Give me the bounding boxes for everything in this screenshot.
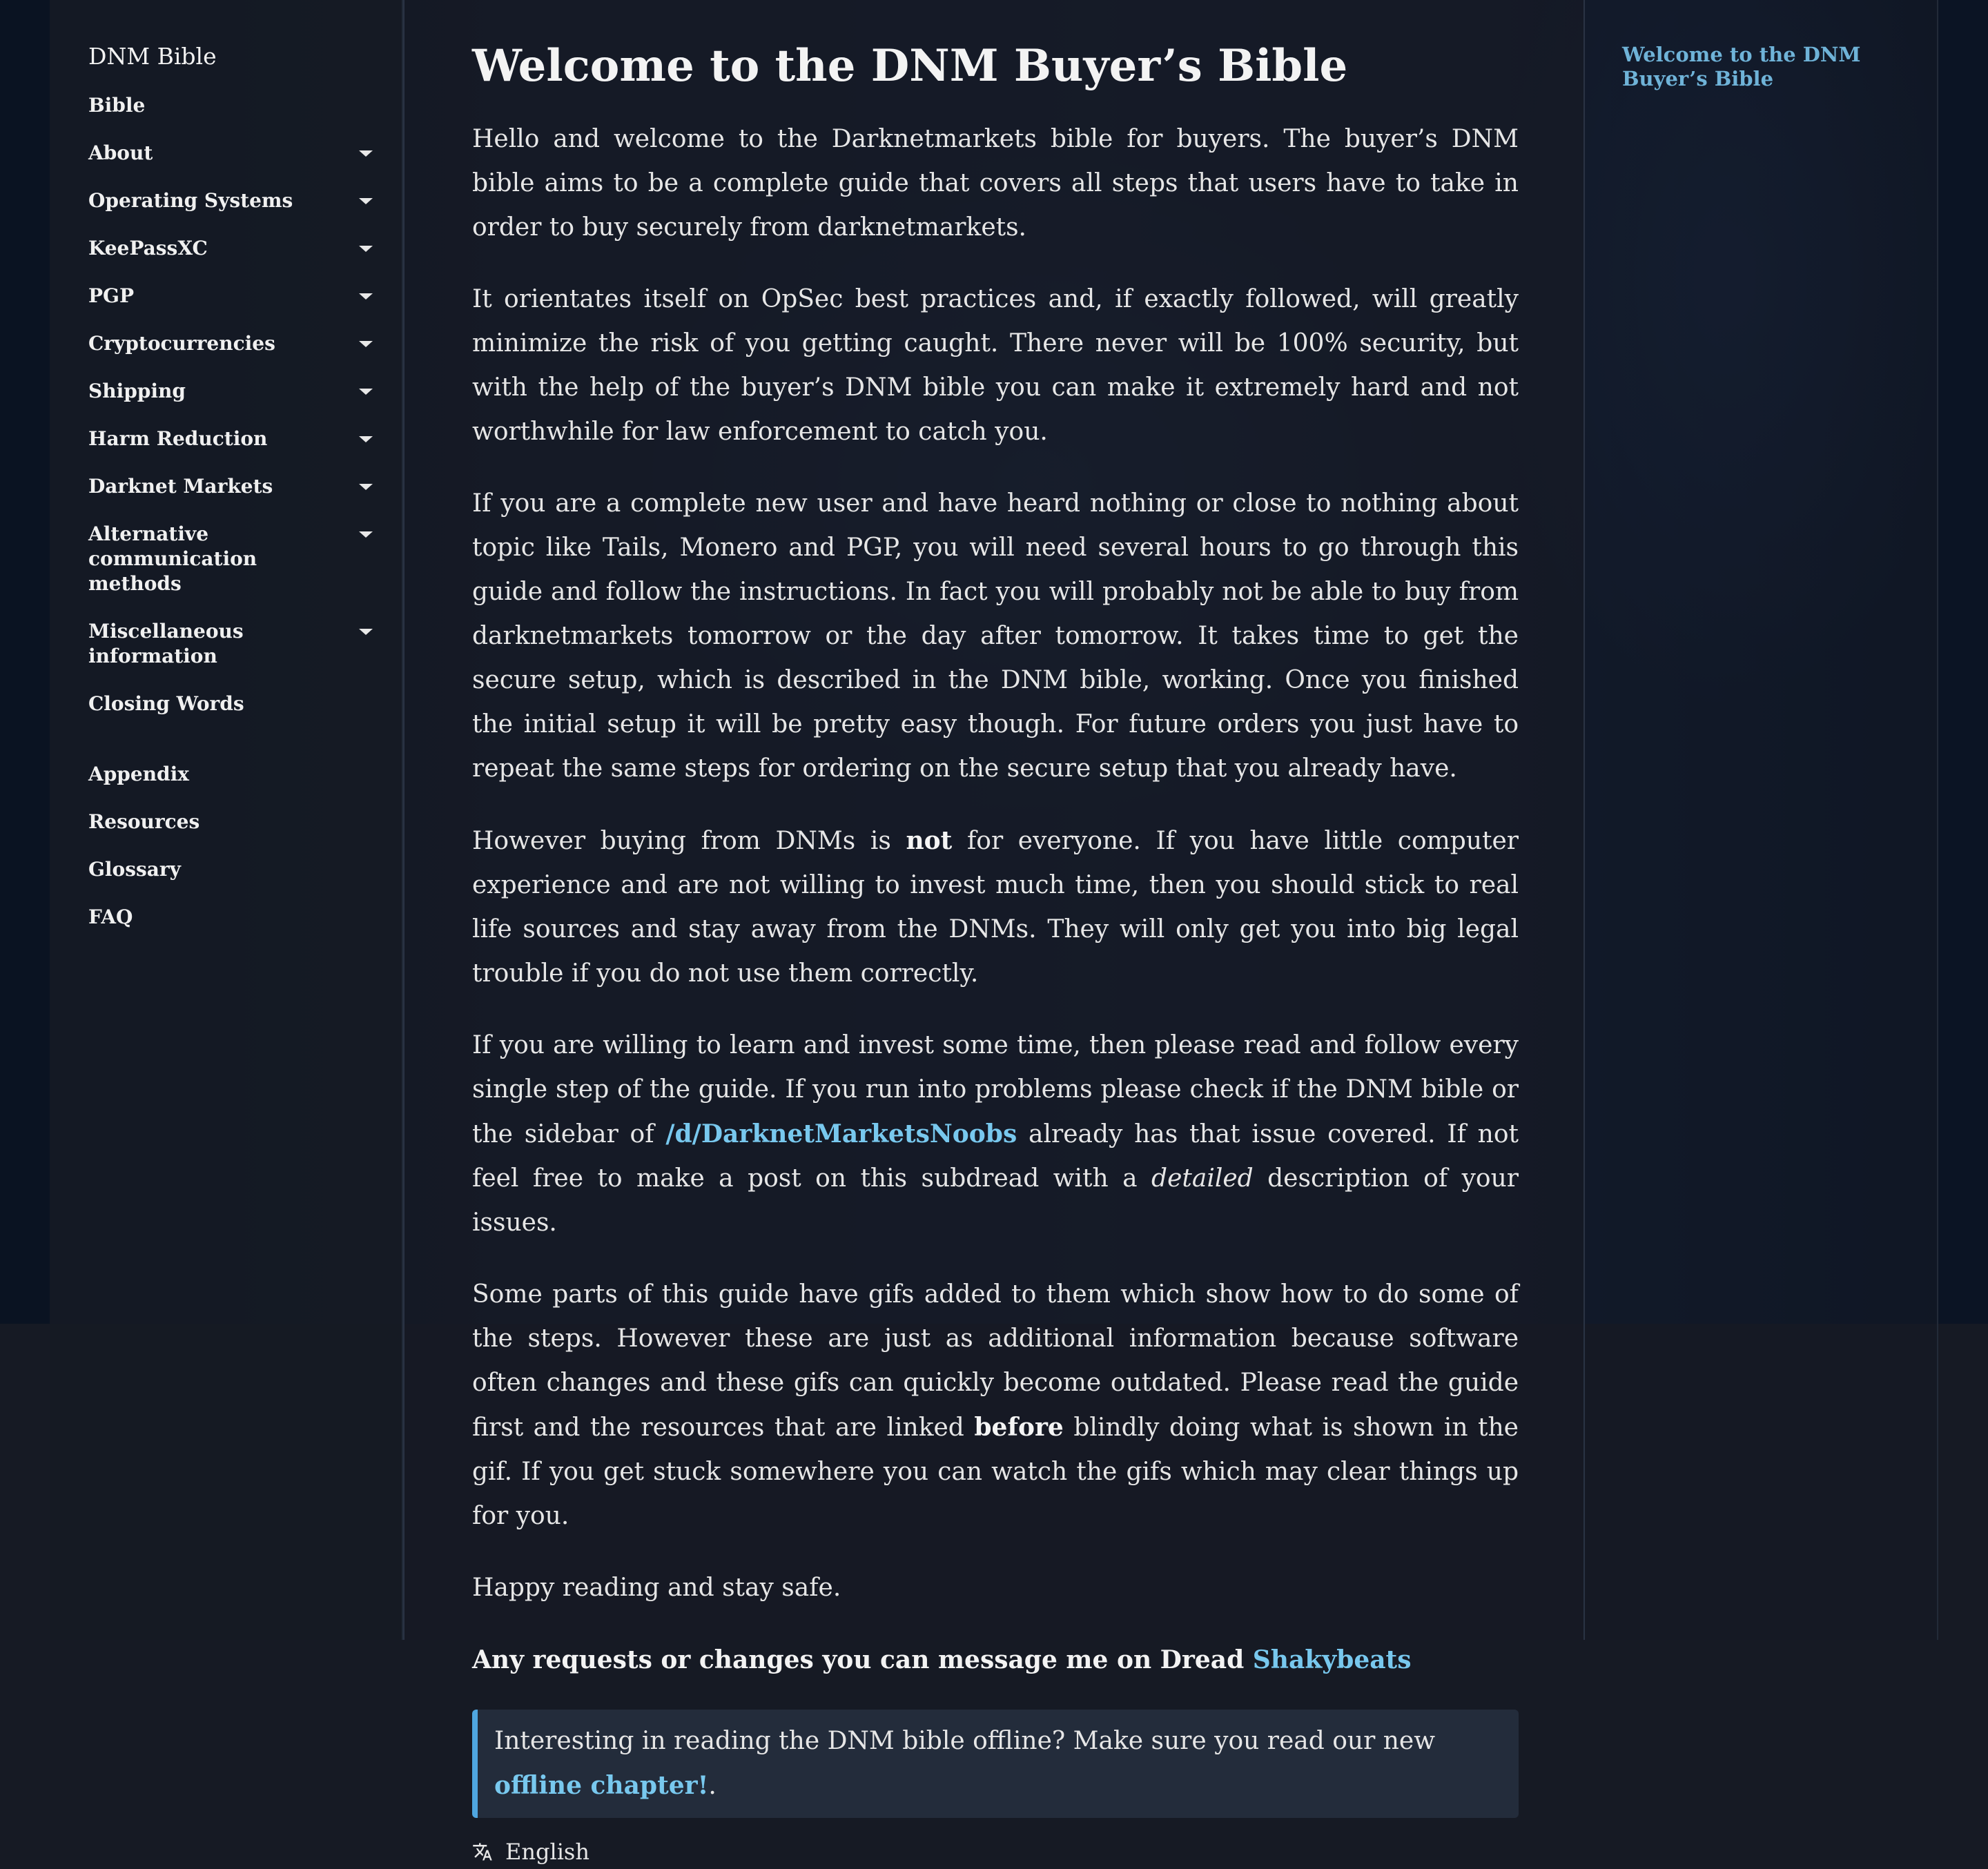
paragraph-gifs: Some parts of this guide have gifs added… [472, 1273, 1519, 1538]
text-span: Any requests or changes you can message … [472, 1645, 1253, 1674]
chevron-down-icon[interactable] [359, 246, 373, 252]
sidebar-site-title[interactable]: DNM Bible [88, 43, 217, 70]
left-gutter [0, 0, 50, 1324]
sidebar-item-pgp[interactable]: PGP [88, 284, 378, 309]
right-gutter [1938, 0, 1988, 1324]
sidebar-item-label: Closing Words [88, 692, 244, 715]
toc-item-welcome[interactable]: Welcome to the DNM Buyer’s Bible [1622, 43, 1912, 91]
sidebar-item-label: FAQ [88, 906, 133, 928]
sidebar-item-label: Operating Systems [88, 189, 293, 212]
sidebar-item-shipping[interactable]: Shipping [88, 379, 378, 404]
sidebar-item-label: KeePassXC [88, 237, 208, 260]
italic-text: detailed [1151, 1164, 1254, 1193]
sidebar-item-label: Bible [88, 94, 146, 117]
paragraph-new-user: If you are a complete new user and have … [472, 489, 1519, 783]
sidebar-item-appendix[interactable]: Appendix [88, 762, 378, 787]
main-content: Welcome to the DNM Buyer’s Bible Hello a… [403, 0, 1585, 1865]
sidebar-item-bible[interactable]: Bible [88, 93, 378, 118]
chevron-down-icon[interactable] [359, 484, 373, 490]
paragraph-happy-reading: Happy reading and stay safe. [472, 1574, 841, 1602]
chevron-down-icon[interactable] [359, 293, 373, 300]
chevron-down-icon[interactable] [359, 389, 373, 395]
table-of-contents: Welcome to the DNM Buyer’s Bible [1585, 0, 1938, 1640]
sidebar-item-label: PGP [88, 284, 135, 307]
sidebar-item-label: Miscellaneous information [88, 620, 244, 667]
page-title: Welcome to the DNM Buyer’s Bible [472, 40, 1348, 92]
sidebar-item-glossary[interactable]: Glossary [88, 857, 378, 882]
sidebar-item-harm-reduction[interactable]: Harm Reduction [88, 427, 378, 451]
chevron-down-icon[interactable] [359, 341, 373, 347]
language-selector[interactable]: English [472, 1834, 1519, 1869]
sidebar-nav-list: Bible About Operating Systems KeePassXC … [88, 93, 378, 952]
translate-icon [473, 1843, 492, 1861]
chevron-down-icon[interactable] [359, 198, 373, 204]
text-span: However buying from DNMs is [472, 827, 906, 855]
sidebar-item-darknet-markets[interactable]: Darknet Markets [88, 474, 378, 499]
sidebar-item-label: Darknet Markets [88, 475, 273, 498]
paragraph-not-for-everyone: However buying from DNMs is not for ever… [472, 819, 1519, 996]
sidebar-item-label: Glossary [88, 858, 181, 881]
article: Welcome to the DNM Buyer’s Bible Hello a… [472, 35, 1519, 1869]
chevron-down-icon[interactable] [359, 629, 373, 635]
bold-text: not [906, 826, 953, 855]
chevron-down-icon[interactable] [359, 436, 373, 442]
bold-text: before [974, 1413, 1064, 1442]
sidebar-item-label: Appendix [88, 763, 189, 785]
requests-line: Any requests or changes you can message … [472, 1638, 1519, 1682]
dread-noobs-link[interactable]: /d/DarknetMarketsNoobs [665, 1119, 1017, 1148]
text-span: Interesting in reading the DNM bible off… [494, 1727, 1436, 1755]
paragraph-opsec: It orientates itself on OpSec best pract… [472, 285, 1519, 446]
text-span: . [708, 1772, 717, 1800]
sidebar-item-cryptocurrencies[interactable]: Cryptocurrencies [88, 331, 378, 356]
sidebar-item-label: Alternative communication methods [88, 522, 257, 595]
offline-chapter-link[interactable]: offline chapter! [494, 1771, 708, 1800]
sidebar-item-miscellaneous[interactable]: Miscellaneous information [88, 619, 378, 669]
sidebar-item-faq[interactable]: FAQ [88, 905, 378, 930]
sidebar-item-operating-systems[interactable]: Operating Systems [88, 188, 378, 213]
sidebar-item-closing-words[interactable]: Closing Words [88, 692, 378, 716]
sidebar: DNM Bible Bible About Operating Systems … [50, 0, 403, 1640]
chevron-down-icon[interactable] [359, 531, 373, 538]
sidebar-item-label: About [88, 141, 153, 164]
sidebar-item-label: Harm Reduction [88, 427, 268, 450]
author-link[interactable]: Shakybeats [1253, 1645, 1412, 1674]
paragraph-learn: If you are willing to learn and invest s… [472, 1024, 1519, 1245]
sidebar-item-about[interactable]: About [88, 141, 378, 166]
sidebar-item-alternative-communication[interactable]: Alternative communication methods [88, 522, 378, 596]
sidebar-item-resources[interactable]: Resources [88, 810, 378, 834]
sidebar-item-label: Shipping [88, 380, 186, 402]
chevron-down-icon[interactable] [359, 150, 373, 157]
offline-notice-callout: Interesting in reading the DNM bible off… [472, 1710, 1519, 1818]
sidebar-item-keepassxc[interactable]: KeePassXC [88, 236, 378, 261]
language-label: English [505, 1839, 589, 1865]
paragraph-intro: Hello and welcome to the Darknetmarkets … [472, 125, 1519, 242]
sidebar-item-label: Resources [88, 810, 200, 833]
sidebar-item-label: Cryptocurrencies [88, 332, 275, 355]
